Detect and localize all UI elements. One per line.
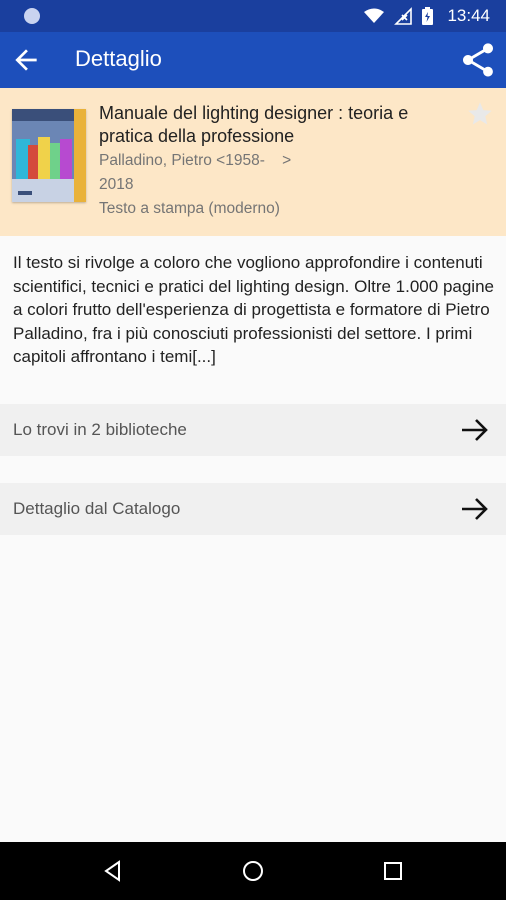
book-author: Palladino, Pietro <1958- > bbox=[99, 152, 292, 169]
catalog-detail-row[interactable]: Dettaglio dal Catalogo bbox=[0, 483, 506, 535]
status-bar: 13:44 bbox=[0, 0, 506, 32]
book-title: Manuale del lighting designer : teoria e… bbox=[99, 103, 409, 146]
nav-back-button[interactable] bbox=[101, 859, 125, 883]
book-year: 2018 bbox=[99, 176, 134, 193]
arrow-back-icon bbox=[15, 49, 37, 71]
arrow-forward-icon bbox=[462, 498, 488, 520]
favorite-button[interactable] bbox=[466, 100, 494, 128]
no-signal-icon bbox=[394, 7, 413, 25]
status-icons: 13:44 bbox=[364, 6, 490, 26]
catalog-detail-row-label: Dettaglio dal Catalogo bbox=[13, 499, 181, 518]
system-nav-bar bbox=[0, 842, 506, 900]
triangle-back-icon bbox=[104, 860, 120, 882]
nav-recents-button[interactable] bbox=[381, 859, 405, 883]
battery-icon bbox=[422, 7, 434, 25]
app-bar: Dettaglio bbox=[0, 32, 506, 88]
book-cover-image bbox=[12, 109, 86, 202]
page-title: Dettaglio bbox=[75, 46, 162, 71]
star-icon bbox=[468, 102, 492, 125]
book-header: Manuale del lighting designer : teoria e… bbox=[0, 88, 506, 236]
back-button[interactable] bbox=[10, 44, 42, 76]
book-description: Il testo si rivolge a coloro che voglion… bbox=[13, 253, 494, 366]
wifi-icon bbox=[364, 8, 385, 23]
circle-home-icon bbox=[243, 861, 263, 881]
nav-home-button[interactable] bbox=[241, 859, 265, 883]
square-recents-icon bbox=[384, 862, 402, 880]
share-icon bbox=[463, 43, 493, 77]
notification-dot-icon bbox=[24, 8, 40, 24]
arrow-forward-icon bbox=[462, 419, 488, 441]
libraries-row[interactable]: Lo trovi in 2 biblioteche bbox=[0, 404, 506, 456]
status-time: 13:44 bbox=[447, 6, 490, 25]
share-button[interactable] bbox=[458, 40, 498, 80]
book-type: Testo a stampa (moderno) bbox=[99, 200, 280, 217]
libraries-row-label: Lo trovi in 2 biblioteche bbox=[13, 420, 187, 439]
